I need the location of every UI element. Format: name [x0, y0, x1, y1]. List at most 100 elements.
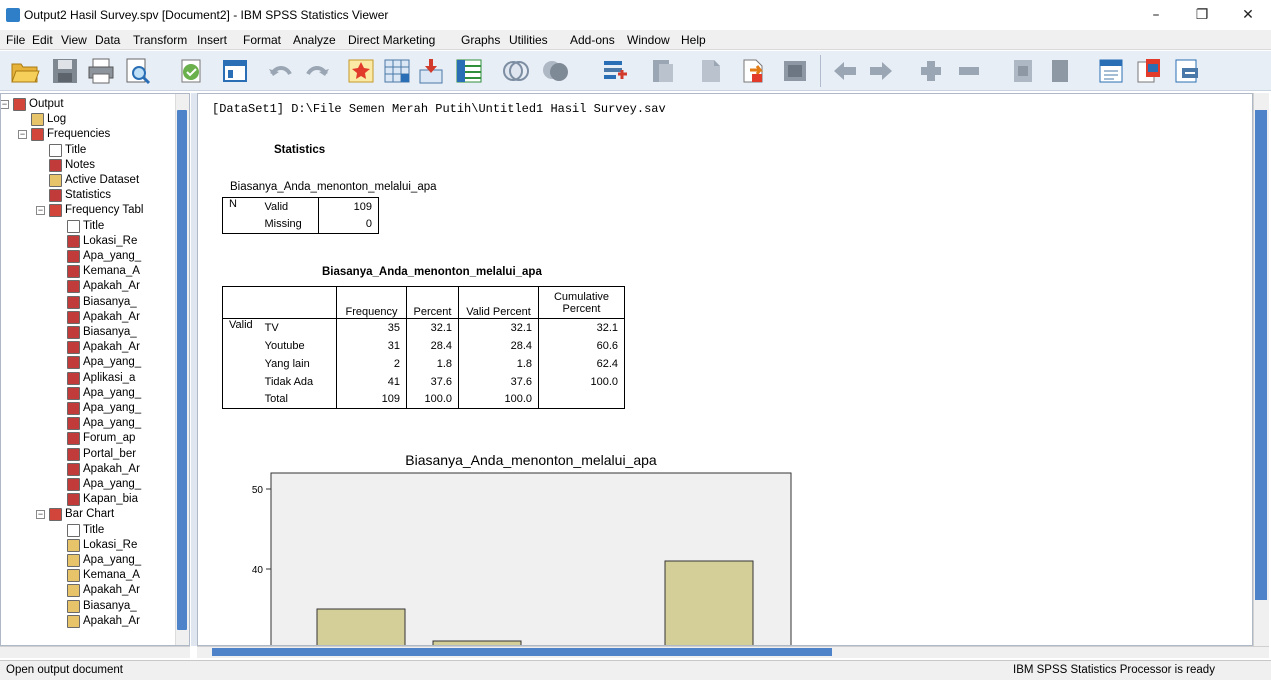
missing-count: 0: [318, 215, 379, 234]
menu-analyze[interactable]: Analyze: [293, 33, 336, 47]
collapse-icon[interactable]: [954, 56, 984, 86]
nav-node-label: Log: [47, 113, 67, 126]
minimize-button[interactable]: –: [1133, 0, 1179, 30]
nav-node-label: Bar Chart: [65, 508, 115, 521]
bar-tidak-ada: [664, 560, 754, 645]
cell-frequency: 2: [336, 354, 407, 373]
header-cumulative-percent: Cumulative Percent: [538, 286, 625, 319]
title-icon: [67, 219, 80, 233]
maximize-button[interactable]: ❐: [1179, 0, 1225, 30]
category-label: Total: [258, 390, 337, 409]
content-scroll-thumb[interactable]: [1255, 110, 1267, 600]
spelling-icon[interactable]: [696, 56, 726, 86]
close-button[interactable]: ✕: [1225, 0, 1271, 30]
print-icon[interactable]: [86, 56, 116, 86]
collapse-toggle-icon[interactable]: −: [36, 510, 45, 520]
undo-icon[interactable]: [266, 56, 296, 86]
hide-icon[interactable]: [1044, 56, 1074, 86]
menu-help[interactable]: Help: [681, 33, 706, 47]
recall-dialog-icon[interactable]: [220, 56, 250, 86]
cell-cumulative-percent: [538, 390, 625, 409]
nav-node-label: Lokasi_Re: [83, 234, 138, 247]
cell-frequency: 109: [336, 390, 407, 409]
promote-icon[interactable]: [866, 56, 896, 86]
menu-file[interactable]: File: [6, 33, 25, 47]
nav-node-label: Apakah_Ar: [83, 462, 140, 475]
nav-node-label: Apa_yang_: [83, 386, 142, 399]
chart-icon: [67, 599, 80, 613]
insert-title-icon[interactable]: [1134, 56, 1164, 86]
nav-node-label: Aplikasi_a: [83, 371, 136, 384]
goto-variable-icon[interactable]: [416, 56, 446, 86]
menu-transform[interactable]: Transform: [133, 33, 187, 47]
dataset-path-line: [DataSet1] D:\File Semen Merah Putih\Unt…: [212, 102, 666, 116]
insert-text-icon[interactable]: [1172, 56, 1202, 86]
nav-node-label: Output: [29, 98, 64, 110]
procedure-book-icon: [31, 128, 44, 142]
nav-node-label: Biasanya_: [83, 599, 137, 612]
insert-heading-icon[interactable]: [1096, 56, 1126, 86]
collapse-toggle-icon[interactable]: −: [18, 130, 27, 140]
cell-cumulative-percent: 32.1: [538, 318, 625, 337]
show-all-variables-icon[interactable]: [648, 56, 678, 86]
navigator-horizontal-scrollbar[interactable]: [0, 646, 190, 658]
cell-cumulative-percent: 62.4: [538, 354, 625, 373]
redo-icon[interactable]: [302, 56, 332, 86]
menu-data[interactable]: Data: [95, 33, 120, 47]
collapse-toggle-icon[interactable]: −: [36, 206, 45, 216]
save-icon[interactable]: [50, 56, 80, 86]
menu-edit[interactable]: Edit: [32, 33, 53, 47]
menu-graphs[interactable]: Graphs: [461, 33, 500, 47]
goto-data-icon[interactable]: [346, 56, 376, 86]
navigator-scroll-thumb[interactable]: [177, 110, 187, 630]
y-tick-label: 40: [252, 565, 264, 576]
menu-format[interactable]: Format: [243, 33, 281, 47]
header-valid-percent: Valid Percent: [458, 286, 539, 319]
insert-output-icon[interactable]: [738, 56, 768, 86]
title-icon: [49, 143, 62, 157]
menu-utilities[interactable]: Utilities: [509, 33, 548, 47]
show-icon[interactable]: [1008, 56, 1038, 86]
nav-node-label: Title: [65, 143, 87, 156]
menu-view[interactable]: View: [61, 33, 87, 47]
active-dataset-icon: [49, 174, 62, 187]
table-icon: [49, 189, 62, 203]
select-last-output-icon[interactable]: [830, 56, 860, 86]
table-icon: [67, 478, 80, 491]
collapse-toggle-icon[interactable]: −: [1, 100, 9, 109]
menu-window[interactable]: Window: [627, 33, 670, 47]
content-horizontal-thumb[interactable]: [212, 648, 832, 656]
table-icon: [67, 341, 80, 355]
export-icon[interactable]: [176, 56, 206, 86]
chart-icon: [67, 569, 80, 583]
frequency-row: Valid TV 35 32.1 32.1 32.1: [221, 318, 625, 409]
window-title: Output2 Hasil Survey.spv [Document2] - I…: [24, 8, 389, 22]
open-icon[interactable]: [10, 56, 40, 86]
frequency-table-body: Valid TV 35 32.1 32.1 32.1 Youtube 31 28.4 28.4 60…: [221, 318, 625, 409]
category-label: TV: [258, 318, 337, 337]
goto-case-icon[interactable]: [382, 56, 412, 86]
valid-label: Valid: [258, 197, 319, 216]
expand-icon[interactable]: [916, 56, 946, 86]
cell-cumulative-percent: 100.0: [538, 372, 625, 391]
nav-node-label: Apakah_Ar: [83, 614, 140, 627]
use-variable-sets-icon[interactable]: [600, 56, 630, 86]
status-left-text: Open output document: [6, 664, 123, 676]
nav-node-label: Title: [83, 219, 105, 232]
header-percent: Percent: [406, 286, 459, 319]
nav-node-label: Statistics: [65, 189, 112, 202]
toolbar-separator: [820, 55, 821, 87]
run-descriptives-icon[interactable]: [500, 56, 530, 86]
header-frequency: Frequency: [336, 286, 407, 319]
cell-percent: 32.1: [406, 318, 459, 337]
menu-insert[interactable]: Insert: [197, 33, 227, 47]
print-preview-icon[interactable]: [122, 56, 152, 86]
designate-window-icon[interactable]: [780, 56, 810, 86]
variables-icon[interactable]: [454, 56, 484, 86]
nav-node-label: Frequencies: [47, 128, 111, 141]
nav-node-label: Apa_yang_: [83, 417, 142, 430]
menu-direct-marketing[interactable]: Direct Marketing: [348, 33, 435, 47]
menu-add-ons[interactable]: Add-ons: [570, 33, 615, 47]
find-icon[interactable]: [540, 56, 570, 86]
spss-app-icon: [6, 8, 20, 22]
